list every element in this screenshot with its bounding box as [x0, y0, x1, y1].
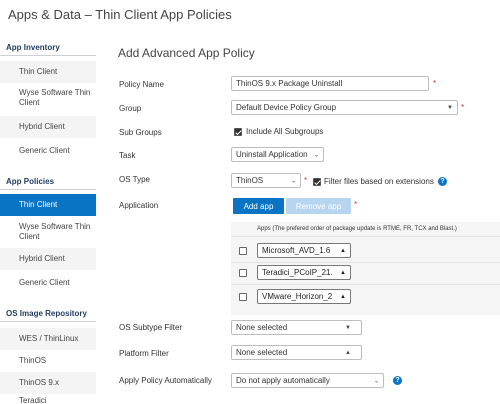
- chevron-down-icon: ⌄: [313, 152, 319, 158]
- required-marker: *: [354, 200, 358, 209]
- question-circle-icon[interactable]: ?: [393, 376, 402, 385]
- remove-app-button[interactable]: Remove app: [286, 198, 351, 214]
- page-title: Apps & Data – Thin Client App Policies: [8, 7, 232, 22]
- sidebar-section-app-inventory: App Inventory: [6, 43, 60, 52]
- sidebar: App Inventory Thin Client Wyse Software …: [0, 36, 96, 404]
- question-circle-icon[interactable]: ?: [438, 177, 447, 186]
- os-subtype-filter-label: OS Subtype Filter: [119, 323, 183, 332]
- app-item-vmware-horizon[interactable]: VMware_Horizon_2 ▲: [257, 289, 351, 304]
- sidebar-item-teradici[interactable]: Teradici: [0, 394, 96, 404]
- app-select-checkbox[interactable]: [239, 293, 247, 301]
- caret-up-icon: ▲: [345, 349, 351, 356]
- sidebar-item-policies-hybrid-client[interactable]: Hybrid Client: [0, 248, 96, 270]
- os-subtype-filter-select[interactable]: None selected ▼: [231, 320, 362, 335]
- chevron-down-icon: ▼: [447, 104, 453, 111]
- os-subtype-filter-value: None selected: [236, 323, 288, 332]
- group-select-value: Default Device Policy Group: [236, 103, 337, 112]
- sidebar-section-app-policies: App Policies: [6, 177, 55, 186]
- group-label: Group: [119, 104, 142, 113]
- group-select[interactable]: Default Device Policy Group ▼: [231, 100, 458, 115]
- apply-policy-select[interactable]: Do not apply automatically ⌄: [231, 373, 384, 388]
- sub-groups-label: Sub Groups: [119, 128, 162, 137]
- chevron-down-icon: ⌄: [373, 378, 379, 384]
- caret-up-icon: ▲: [340, 247, 346, 254]
- checkbox-checked-icon: [313, 177, 321, 186]
- os-type-select[interactable]: ThinOS ⌄: [231, 173, 301, 188]
- caret-up-icon: ▲: [340, 293, 346, 300]
- sidebar-item-policies-wyse-software-thin-client[interactable]: Wyse Software Thin Client: [0, 218, 96, 246]
- include-all-subgroups-label: Include All Subgroups: [246, 127, 324, 136]
- apps-panel: Apps (The prefered order of package upda…: [231, 222, 500, 315]
- application-label: Application: [119, 201, 159, 210]
- platform-filter-label: Platform Filter: [119, 349, 169, 358]
- form-title: Add Advanced App Policy: [118, 46, 255, 60]
- checkbox-checked-icon: [234, 127, 242, 136]
- chevron-down-icon: ⌄: [290, 178, 296, 184]
- sidebar-item-thinos-9x[interactable]: ThinOS 9.x: [0, 372, 96, 394]
- divider: [231, 262, 500, 263]
- os-type-label: OS Type: [119, 175, 150, 184]
- sidebar-item-inventory-wyse-software-thin-client[interactable]: Wyse Software Thin Client: [0, 84, 96, 112]
- filter-extensions-checkbox[interactable]: Filter files based on extensions: [313, 177, 434, 186]
- app-select-checkbox[interactable]: [239, 269, 247, 277]
- sidebar-item-inventory-thin-client[interactable]: Thin Client: [0, 61, 96, 83]
- policy-name-input[interactable]: ThinOS 9.x Package Uninstall: [231, 76, 429, 91]
- app-item-teradici-pcoip[interactable]: Teradici_PCoIP_21. ▲: [257, 265, 351, 280]
- divider: [0, 55, 96, 56]
- platform-filter-value: None selected: [236, 348, 288, 357]
- required-marker: *: [433, 79, 437, 88]
- chevron-down-icon: ▼: [345, 324, 351, 331]
- apps-header: Apps (The prefered order of package upda…: [257, 226, 457, 232]
- app-item-label: Microsoft_AVD_1.6: [262, 246, 331, 255]
- task-select-value: Uninstall Application: [236, 150, 308, 159]
- task-select[interactable]: Uninstall Application ⌄: [231, 147, 324, 162]
- apply-policy-value: Do not apply automatically: [236, 376, 330, 385]
- sidebar-item-inventory-generic-client[interactable]: Generic Client: [0, 140, 96, 162]
- app-item-label: VMware_Horizon_2: [262, 292, 333, 301]
- app-item-label: Teradici_PCoIP_21.: [262, 268, 333, 277]
- sidebar-item-inventory-hybrid-client[interactable]: Hybrid Client: [0, 116, 96, 138]
- app-select-checkbox[interactable]: [239, 247, 247, 255]
- divider: [231, 284, 500, 285]
- sidebar-item-policies-generic-client[interactable]: Generic Client: [0, 272, 96, 294]
- divider: [0, 189, 96, 190]
- os-type-select-value: ThinOS: [236, 176, 264, 185]
- divider: [0, 321, 96, 322]
- sidebar-item-wes-thinlinux[interactable]: WES / ThinLinux: [0, 328, 96, 350]
- task-label: Task: [119, 151, 136, 160]
- caret-up-icon: ▲: [340, 269, 346, 276]
- apply-policy-label: Apply Policy Automatically: [119, 376, 212, 385]
- required-marker: *: [461, 103, 465, 112]
- include-all-subgroups-checkbox[interactable]: Include All Subgroups: [234, 127, 323, 136]
- sidebar-item-policies-thin-client[interactable]: Thin Client: [0, 194, 96, 216]
- sidebar-section-os-image-repository: OS Image Repository: [6, 309, 87, 318]
- required-marker: *: [304, 176, 308, 185]
- divider: [231, 236, 500, 237]
- platform-filter-select[interactable]: None selected ▲: [231, 345, 362, 360]
- sidebar-item-thinos[interactable]: ThinOS: [0, 350, 96, 372]
- policy-name-label: Policy Name: [119, 80, 164, 89]
- add-app-button[interactable]: Add app: [233, 198, 284, 214]
- filter-extensions-label: Filter files based on extensions: [324, 177, 434, 186]
- app-item-microsoft-avd[interactable]: Microsoft_AVD_1.6 ▲: [257, 243, 351, 258]
